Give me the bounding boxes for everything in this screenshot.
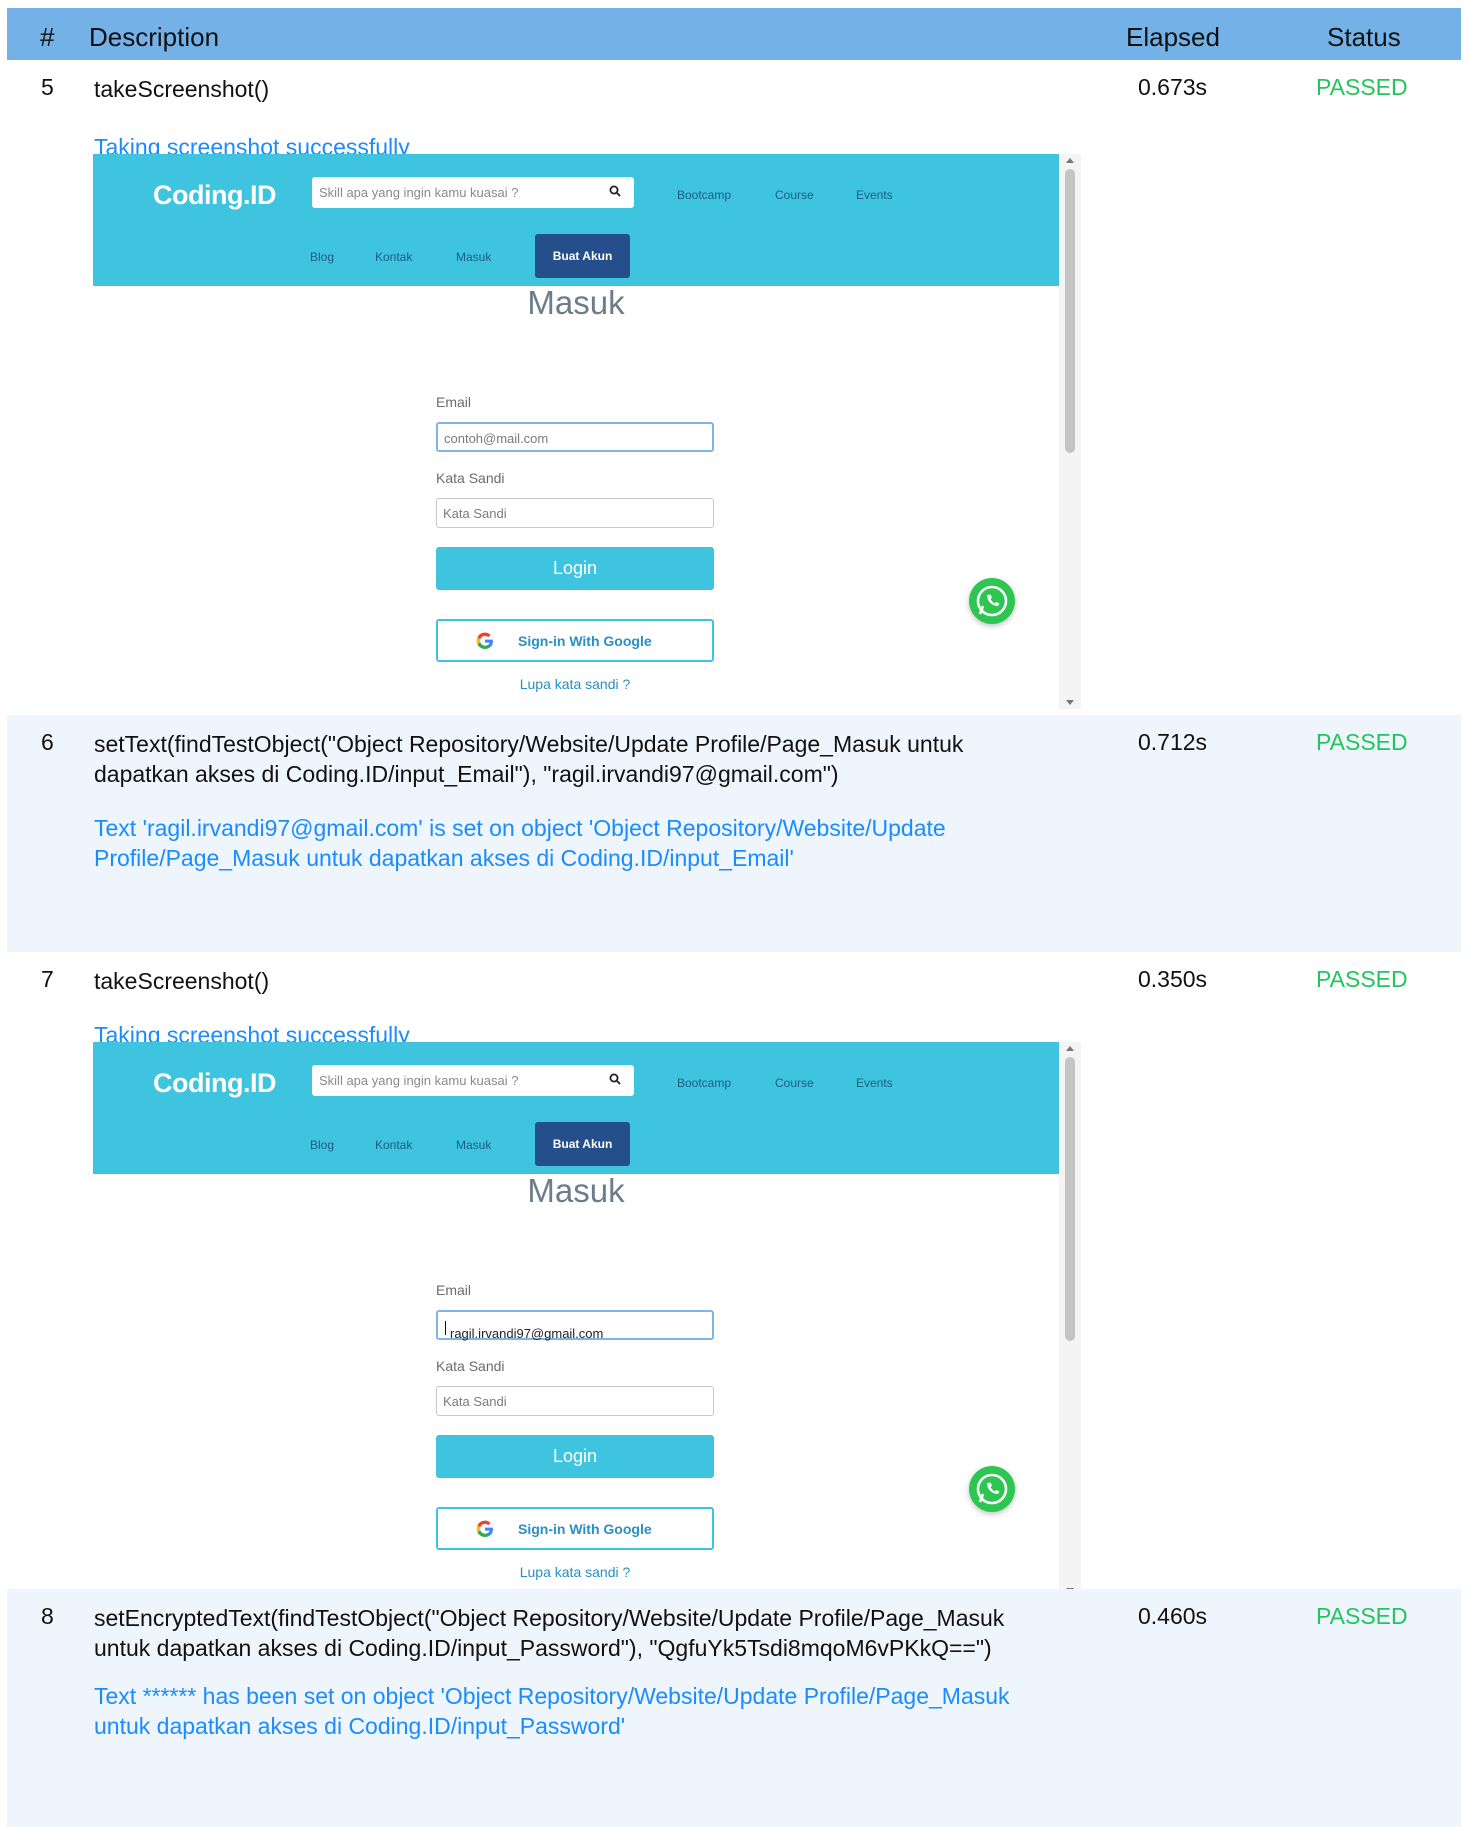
site-forgot-link: Lupa kata sandi ? bbox=[519, 676, 631, 692]
site-email-label: Email bbox=[436, 1282, 472, 1298]
scroll-down-arrow-icon bbox=[1066, 700, 1074, 705]
site-signup-button: Buat Akun bbox=[535, 1122, 630, 1166]
site-password-field: Kata Sandi bbox=[436, 498, 714, 528]
site-nav-course: Course bbox=[775, 1076, 814, 1090]
site-email-field: ragil.irvandi97@gmail.com bbox=[436, 1310, 714, 1341]
step-description: setText(findTestObject("Object Repositor… bbox=[94, 731, 964, 787]
site-forgot-link: Lupa kata sandi ? bbox=[519, 1564, 631, 1580]
step-row-6: 6 setText(findTestObject("Object Reposit… bbox=[7, 715, 1461, 952]
site-password-label: Kata Sandi bbox=[436, 1358, 505, 1374]
site-login-button: Login bbox=[436, 1435, 714, 1478]
header-status: Status bbox=[1327, 22, 1401, 52]
site-nav-bootcamp: Bootcamp bbox=[677, 1076, 732, 1090]
whatsapp-icon bbox=[969, 578, 1015, 624]
site-nav-events: Events bbox=[856, 188, 893, 202]
screenshot-image: Coding.ID Skill apa yang ingin kamu kuas… bbox=[93, 154, 1081, 709]
site-nav-kontak: Kontak bbox=[375, 1138, 413, 1152]
site-google-label: Sign-in With Google bbox=[518, 1521, 652, 1537]
screenshot-scrollbar bbox=[1059, 1042, 1081, 1597]
site-page-title: Masuk bbox=[527, 1172, 625, 1209]
site-google-button: Sign-in With Google bbox=[436, 1507, 714, 1550]
site-email-placeholder: contoh@mail.com bbox=[444, 431, 549, 446]
screenshot-image: Coding.ID Skill apa yang ingin kamu kuas… bbox=[93, 1042, 1081, 1597]
step-message: Text ****** has been set on object 'Obje… bbox=[94, 1683, 1010, 1739]
search-icon bbox=[609, 1073, 621, 1085]
site-google-button: Sign-in With Google bbox=[436, 619, 714, 662]
site-logo: Coding.ID bbox=[153, 1068, 276, 1098]
site-nav-course: Course bbox=[775, 188, 814, 202]
site-password-placeholder: Kata Sandi bbox=[443, 506, 507, 521]
scroll-up-arrow-icon bbox=[1066, 1046, 1074, 1051]
site-nav-bootcamp: Bootcamp bbox=[677, 188, 732, 202]
site-navbar: Coding.ID Skill apa yang ingin kamu kuas… bbox=[93, 154, 1059, 286]
site-email-text: ragil.irvandi97@gmail.com bbox=[450, 1326, 604, 1341]
report-table: # Description Elapsed Status 5 takeScree… bbox=[7, 0, 1461, 1827]
step-number: 5 bbox=[41, 74, 54, 100]
site-password-field: Kata Sandi bbox=[436, 1386, 714, 1416]
step-message: Text 'ragil.irvandi97@gmail.com' is set … bbox=[94, 815, 946, 871]
site-search-placeholder: Skill apa yang ingin kamu kuasai ? bbox=[319, 185, 519, 200]
site-signup-button: Buat Akun bbox=[535, 234, 630, 278]
header-description: Description bbox=[89, 22, 220, 52]
step-number: 8 bbox=[41, 1603, 54, 1629]
site-search-box: Skill apa yang ingin kamu kuasai ? bbox=[312, 1065, 634, 1096]
site-password-placeholder: Kata Sandi bbox=[443, 1394, 507, 1409]
step-elapsed: 0.350s bbox=[1138, 966, 1208, 992]
step-description: takeScreenshot() bbox=[94, 76, 270, 102]
site-email-label: Email bbox=[436, 394, 472, 410]
scroll-up-arrow-icon bbox=[1066, 158, 1074, 163]
site-nav-masuk: Masuk bbox=[456, 1138, 492, 1152]
step-status: PASSED bbox=[1316, 729, 1408, 755]
site-search-placeholder: Skill apa yang ingin kamu kuasai ? bbox=[319, 1073, 519, 1088]
step-elapsed: 0.673s bbox=[1138, 74, 1208, 100]
step-number: 7 bbox=[41, 966, 54, 992]
step-row-7: 7 takeScreenshot() 0.350s PASSED Taking … bbox=[7, 952, 1461, 1597]
google-icon bbox=[476, 632, 493, 649]
site-nav-masuk: Masuk bbox=[456, 250, 492, 264]
site-nav-kontak: Kontak bbox=[375, 250, 413, 264]
step-status: PASSED bbox=[1316, 1603, 1408, 1629]
site-password-label: Kata Sandi bbox=[436, 470, 505, 486]
site-page-title: Masuk bbox=[527, 284, 625, 321]
step-elapsed: 0.712s bbox=[1138, 729, 1208, 755]
scroll-thumb bbox=[1065, 1057, 1075, 1341]
site-email-value: ragil.irvandi97@gmail.com bbox=[444, 1319, 603, 1341]
search-icon bbox=[609, 185, 621, 197]
site-navbar: Coding.ID Skill apa yang ingin kamu kuas… bbox=[93, 1042, 1059, 1174]
site-nav-events: Events bbox=[856, 1076, 893, 1090]
step-description: takeScreenshot() bbox=[94, 968, 270, 994]
step-description: setEncryptedText(findTestObject("Object … bbox=[94, 1605, 1005, 1661]
site-logo: Coding.ID bbox=[153, 180, 276, 210]
header-number: # bbox=[40, 22, 55, 52]
whatsapp-icon bbox=[969, 1466, 1015, 1512]
site-nav-blog: Blog bbox=[310, 1138, 335, 1152]
header-elapsed: Elapsed bbox=[1126, 22, 1220, 52]
step-row-5: 5 takeScreenshot() 0.673s PASSED Taking … bbox=[7, 60, 1461, 715]
scroll-thumb bbox=[1065, 169, 1075, 453]
step-number: 6 bbox=[41, 729, 54, 755]
site-login-button: Login bbox=[436, 547, 714, 590]
text-caret bbox=[445, 1320, 446, 1335]
screenshot-scrollbar bbox=[1059, 154, 1081, 709]
step-row-8: 8 setEncryptedText(findTestObject("Objec… bbox=[7, 1589, 1461, 1827]
google-icon bbox=[476, 1520, 493, 1537]
step-status: PASSED bbox=[1316, 966, 1408, 992]
site-nav-blog: Blog bbox=[310, 250, 335, 264]
step-elapsed: 0.460s bbox=[1138, 1603, 1208, 1629]
site-search-box: Skill apa yang ingin kamu kuasai ? bbox=[312, 177, 634, 208]
step-status: PASSED bbox=[1316, 74, 1408, 100]
site-email-field: contoh@mail.com bbox=[436, 422, 714, 452]
table-header: # Description Elapsed Status bbox=[7, 8, 1461, 60]
site-google-label: Sign-in With Google bbox=[518, 633, 652, 649]
